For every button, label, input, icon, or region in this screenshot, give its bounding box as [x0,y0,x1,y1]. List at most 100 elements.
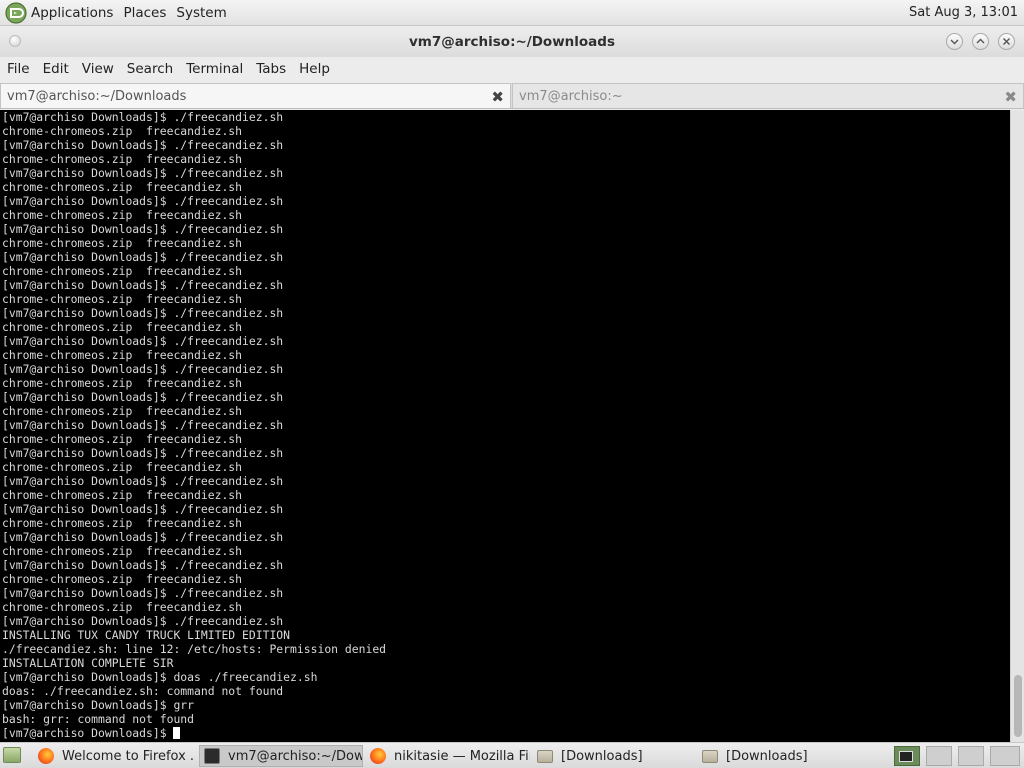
terminal-line: chrome-chromeos.zip freecandiez.sh [2,180,243,194]
terminal-line: chrome-chromeos.zip freecandiez.sh [2,124,243,138]
folder-icon [537,749,553,763]
menu-search[interactable]: Search [127,61,173,77]
menu-file[interactable]: File [7,61,30,77]
terminal-prompt-line[interactable]: [vm7@archiso Downloads]$ [2,726,1010,740]
terminal-line: [vm7@archiso Downloads]$ ./freecandiez.s… [2,334,284,348]
terminal-output[interactable]: [vm7@archiso Downloads]$ ./freecandiez.s… [0,110,1010,742]
panel-clock[interactable]: Sat Aug 3, 13:01 [909,5,1018,20]
terminal-line: [vm7@archiso Downloads]$ ./freecandiez.s… [2,306,284,320]
terminal-line: chrome-chromeos.zip freecandiez.sh [2,572,243,586]
menu-view[interactable]: View [82,61,114,77]
terminal-line: chrome-chromeos.zip freecandiez.sh [2,236,243,250]
menu-edit[interactable]: Edit [43,61,69,77]
text-cursor [173,727,181,739]
task-label: [Downloads] [726,748,808,764]
taskbar-item-downloads-2[interactable]: [Downloads] [698,745,862,767]
task-label: Welcome to Firefox ... [62,748,194,764]
tab-close-icon[interactable]: ✖ [1004,88,1017,106]
tab-downloads[interactable]: vm7@archiso:~/Downloads ✖ [0,83,511,108]
terminal-line: [vm7@archiso Downloads]$ doas ./freecand… [2,670,318,684]
scrollbar-thumb[interactable] [1014,675,1022,737]
terminal-line: chrome-chromeos.zip freecandiez.sh [2,600,243,614]
terminal-line: [vm7@archiso Downloads]$ ./freecandiez.s… [2,586,284,600]
terminal-line: [vm7@archiso Downloads]$ ./freecandiez.s… [2,390,284,404]
terminal-line: [vm7@archiso Downloads]$ ./freecandiez.s… [2,250,284,264]
task-label: nikitasie — Mozilla Fir... [394,748,530,764]
terminal-line: [vm7@archiso Downloads]$ ./freecandiez.s… [2,446,284,460]
terminal-prompt: [vm7@archiso Downloads]$ [2,726,174,740]
firefox-icon [370,748,386,764]
close-window-button[interactable] [998,33,1015,50]
tab-close-icon[interactable]: ✖ [491,88,504,106]
bottom-panel: Welcome to Firefox ... vm7@archiso:~/Dow… [0,742,1024,768]
taskbar-item-downloads-1[interactable]: [Downloads] [533,745,695,767]
terminal-line: INSTALLING TUX CANDY TRUCK LIMITED EDITI… [2,628,291,642]
taskbar-item-firefox-nikitasie[interactable]: nikitasie — Mozilla Fir... [366,745,530,767]
terminal-line: chrome-chromeos.zip freecandiez.sh [2,292,243,306]
terminal-line: [vm7@archiso Downloads]$ ./freecandiez.s… [2,474,284,488]
distro-logo-icon[interactable] [5,1,27,24]
terminal-line: [vm7@archiso Downloads]$ ./freecandiez.s… [2,194,284,208]
terminal-line: chrome-chromeos.zip freecandiez.sh [2,516,243,530]
applications-menu[interactable]: Applications [31,5,113,21]
workspace-window-preview [899,751,913,762]
firefox-icon [38,748,54,764]
tab-bar: vm7@archiso:~/Downloads ✖ vm7@archiso:~ … [0,83,1024,109]
tab-label: vm7@archiso:~/Downloads [7,88,187,104]
terminal-line: chrome-chromeos.zip freecandiez.sh [2,432,243,446]
maximize-button[interactable] [972,33,989,50]
window-title: vm7@archiso:~/Downloads [409,34,615,50]
top-panel: Applications Places System Sat Aug 3, 13… [0,0,1024,26]
terminal-line: [vm7@archiso Downloads]$ ./freecandiez.s… [2,418,284,432]
terminal-line: chrome-chromeos.zip freecandiez.sh [2,460,243,474]
menu-help[interactable]: Help [299,61,330,77]
menu-tabs[interactable]: Tabs [256,61,286,77]
terminal-icon [204,748,220,764]
terminal-line: chrome-chromeos.zip freecandiez.sh [2,404,243,418]
window-menu-icon[interactable] [9,35,21,47]
window-titlebar[interactable]: vm7@archiso:~/Downloads [0,27,1024,57]
terminal-line: bash: grr: command not found [2,712,195,726]
taskbar-item-firefox-welcome[interactable]: Welcome to Firefox ... [34,745,194,767]
show-desktop-icon[interactable] [3,747,21,763]
terminal-line: [vm7@archiso Downloads]$ ./freecandiez.s… [2,362,284,376]
terminal-line: chrome-chromeos.zip freecandiez.sh [2,376,243,390]
terminal-line: chrome-chromeos.zip freecandiez.sh [2,320,243,334]
taskbar-item-terminal[interactable]: vm7@archiso:~/Dow... [199,745,363,767]
tab-label: vm7@archiso:~ [519,88,623,104]
workspace-3[interactable] [958,746,984,766]
terminal-line: chrome-chromeos.zip freecandiez.sh [2,544,243,558]
terminal-line: chrome-chromeos.zip freecandiez.sh [2,488,243,502]
chevron-down-icon [950,39,959,45]
close-icon [1003,38,1010,45]
menu-terminal[interactable]: Terminal [186,61,243,77]
places-menu[interactable]: Places [123,5,166,21]
terminal-line: chrome-chromeos.zip freecandiez.sh [2,208,243,222]
terminal-line: [vm7@archiso Downloads]$ ./freecandiez.s… [2,614,284,628]
system-menu[interactable]: System [176,5,226,21]
terminal-line: chrome-chromeos.zip freecandiez.sh [2,348,243,362]
terminal-line: chrome-chromeos.zip freecandiez.sh [2,264,243,278]
task-label: [Downloads] [561,748,643,764]
terminal-line: [vm7@archiso Downloads]$ ./freecandiez.s… [2,110,284,124]
terminal-line: [vm7@archiso Downloads]$ ./freecandiez.s… [2,530,284,544]
tab-home[interactable]: vm7@archiso:~ ✖ [512,83,1024,108]
workspace-2[interactable] [926,746,952,766]
terminal-line: chrome-chromeos.zip freecandiez.sh [2,152,243,166]
terminal-line: [vm7@archiso Downloads]$ ./freecandiez.s… [2,222,284,236]
menubar: File Edit View Search Terminal Tabs Help [0,57,1024,81]
terminal-scrollbar[interactable] [1010,110,1024,742]
terminal-line: [vm7@archiso Downloads]$ ./freecandiez.s… [2,502,284,516]
task-label: vm7@archiso:~/Dow... [228,748,363,764]
terminal-line: [vm7@archiso Downloads]$ grr [2,698,195,712]
terminal-line: ./freecandiez.sh: line 12: /etc/hosts: P… [2,642,387,656]
chevron-up-icon [976,38,985,44]
workspace-4[interactable] [990,746,1020,766]
terminal-line: doas: ./freecandiez.sh: command not foun… [2,684,284,698]
terminal-line: [vm7@archiso Downloads]$ ./freecandiez.s… [2,278,284,292]
terminal-line: INSTALLATION COMPLETE SIR [2,656,174,670]
workspace-1[interactable] [894,746,920,766]
minimize-button[interactable] [946,33,963,50]
terminal-line: [vm7@archiso Downloads]$ ./freecandiez.s… [2,166,284,180]
folder-icon [702,749,718,763]
